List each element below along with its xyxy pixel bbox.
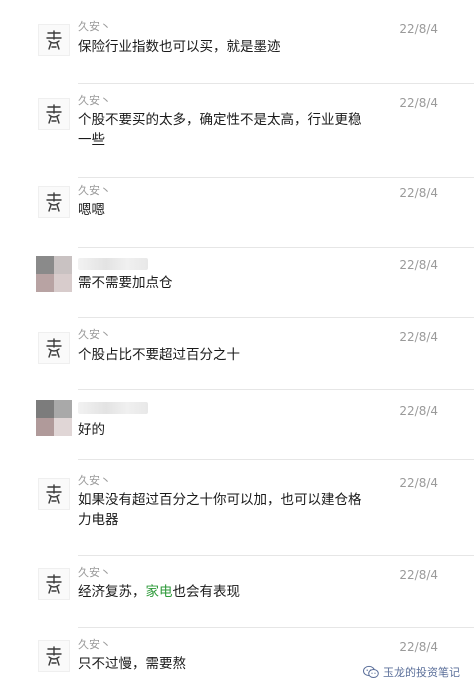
message-date: 22/8/4: [399, 22, 438, 36]
sender-name: 久安丶: [78, 566, 111, 579]
ink-calligraphy-icon: [46, 104, 62, 124]
wechat-icon: [363, 665, 379, 678]
ink-calligraphy-icon: [46, 30, 62, 50]
chat-message: 久安丶 22/8/4 个股占比不要超过百分之十: [0, 318, 474, 390]
ink-calligraphy-icon: [46, 574, 62, 594]
watermark-text: 玉龙的投资笔记: [383, 666, 460, 679]
message-date: 22/8/4: [399, 404, 438, 418]
ink-calligraphy-icon: [46, 484, 62, 504]
message-text: 经济复苏，家电也会有表现: [78, 582, 378, 602]
message-date: 22/8/4: [399, 476, 438, 490]
message-date: 22/8/4: [399, 258, 438, 272]
avatar[interactable]: [38, 478, 70, 510]
message-text: 只不过慢，需要熬: [78, 656, 186, 672]
chat-message: 久安丶 22/8/4 如果没有超过百分之十你可以加，也可以建仓格力电器: [0, 460, 474, 556]
message-date: 22/8/4: [399, 96, 438, 110]
avatar[interactable]: [38, 186, 70, 218]
message-text: 如果没有超过百分之十你可以加，也可以建仓格力电器: [78, 492, 362, 528]
sender-name-blurred: [78, 258, 148, 270]
message-text: 好的: [78, 422, 105, 438]
message-text: 保险行业指数也可以买，就是墨迹: [78, 39, 281, 55]
ink-calligraphy-icon: [46, 646, 62, 666]
watermark: 玉龙的投资笔记: [363, 664, 460, 680]
avatar-blurred[interactable]: [36, 400, 72, 436]
sender-name: 久安丶: [78, 20, 111, 33]
chat-message: 22/8/4 好的: [0, 390, 474, 460]
sender-name: 久安丶: [78, 638, 111, 651]
message-text-part: 经济复苏，: [78, 584, 146, 600]
message-text-part: 也会有表现: [172, 584, 241, 600]
message-text: 个股不要买的太多，确定性不是太高，行业更稳一些: [78, 112, 362, 148]
sender-name: 久安丶: [78, 328, 111, 341]
ink-calligraphy-icon: [46, 192, 62, 212]
message-date: 22/8/4: [399, 330, 438, 344]
avatar[interactable]: [38, 332, 70, 364]
sender-name: 久安丶: [78, 474, 111, 487]
message-text: 需不需要加点仓: [78, 275, 173, 291]
avatar-blurred[interactable]: [36, 256, 72, 292]
sender-name: 久安丶: [78, 94, 111, 107]
avatar[interactable]: [38, 24, 70, 56]
sender-name-blurred: [78, 402, 148, 414]
chat-message: 22/8/4 需不需要加点仓: [0, 248, 474, 318]
ink-calligraphy-icon: [46, 338, 62, 358]
chat-message: 久安丶 22/8/4 经济复苏，家电也会有表现: [0, 556, 474, 628]
message-date: 22/8/4: [399, 640, 438, 654]
chat-message: 久安丶 22/8/4 保险行业指数也可以买，就是墨迹: [0, 0, 474, 84]
message-text: 嗯嗯: [78, 202, 105, 218]
avatar[interactable]: [38, 640, 70, 672]
message-date: 22/8/4: [399, 568, 438, 582]
sender-name: 久安丶: [78, 184, 111, 197]
highlighted-keyword[interactable]: 家电: [146, 584, 173, 600]
avatar[interactable]: [38, 98, 70, 130]
chat-message: 久安丶 22/8/4 嗯嗯: [0, 178, 474, 248]
message-date: 22/8/4: [399, 186, 438, 200]
chat-message: 久安丶 22/8/4 个股不要买的太多，确定性不是太高，行业更稳一些: [0, 84, 474, 178]
avatar[interactable]: [38, 568, 70, 600]
message-text: 个股占比不要超过百分之十: [78, 347, 240, 363]
